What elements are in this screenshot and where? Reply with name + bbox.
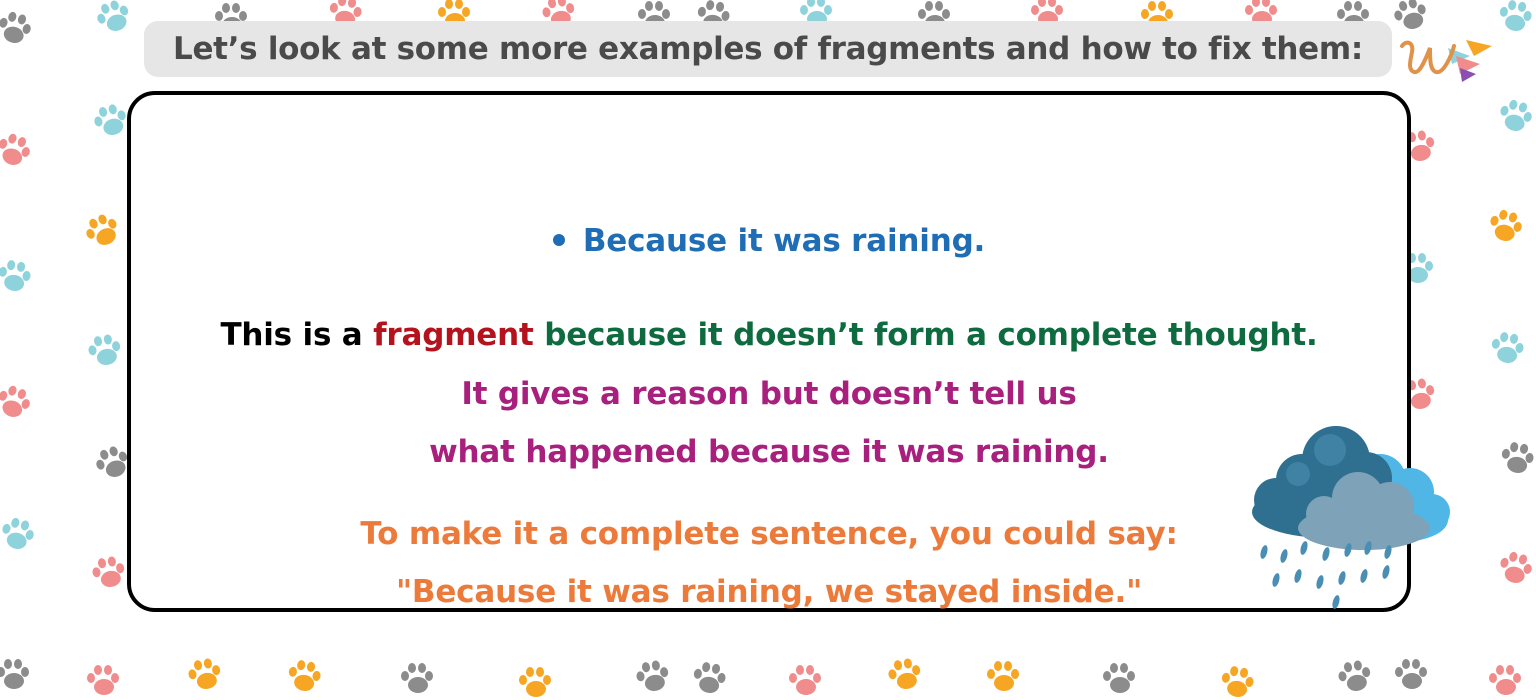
paw-print-icon <box>636 660 669 691</box>
bullet-dot-icon <box>552 233 565 246</box>
paw-print-icon <box>0 11 31 43</box>
paw-print-icon <box>401 663 433 693</box>
paw-print-icon <box>987 661 1019 691</box>
paw-print-icon <box>519 667 551 697</box>
rain-drop-icon <box>1272 573 1280 587</box>
rain-drop-icon <box>1360 569 1368 583</box>
paw-print-icon <box>888 658 921 689</box>
fix-example: "Because it was raining, we stayed insid… <box>395 574 1143 610</box>
paw-print-icon <box>0 385 30 417</box>
paw-print-icon <box>0 659 29 689</box>
paw-print-icon <box>94 104 126 135</box>
paw-print-icon <box>1489 665 1521 695</box>
paw-print-icon <box>1395 659 1427 689</box>
rain-drop-icon <box>1280 549 1288 563</box>
paw-print-icon <box>1103 663 1135 693</box>
example-fragment-text: Because it was raining. <box>582 223 986 259</box>
paw-print-icon <box>0 260 31 291</box>
rain-drop-icon <box>1300 541 1308 555</box>
explanation-part3: because it doesn’t form a complete thoug… <box>533 317 1318 353</box>
reason-line-2: what happened because it was raining. <box>429 434 1109 470</box>
rain-drop-icon <box>1316 575 1324 589</box>
paw-print-icon <box>0 133 30 165</box>
rain-drop-icon <box>1332 595 1340 609</box>
wordsworth-logo-icon <box>1400 40 1492 82</box>
paw-print-icon <box>92 556 125 587</box>
rain-drop-icon <box>1322 547 1330 561</box>
explanation-keyword: fragment <box>373 317 534 353</box>
rain-cloud-icon <box>1252 426 1450 609</box>
explanation-part1: This is a <box>220 317 374 353</box>
reason-line-1: It gives a reason but doesn’t tell us <box>461 376 1077 412</box>
paw-print-icon <box>188 658 221 689</box>
paw-print-icon <box>87 665 119 695</box>
paw-print-icon <box>1490 209 1522 241</box>
example-bullet: Because it was raining. <box>131 223 1407 259</box>
rain-drop-icon <box>1260 545 1268 559</box>
content-card: Because it was raining. This is a fragme… <box>127 91 1411 612</box>
paw-print-icon <box>693 662 726 693</box>
title-banner: Let’s look at some more examples of frag… <box>144 21 1392 77</box>
paw-print-icon <box>789 665 821 695</box>
paw-print-icon <box>1500 551 1532 583</box>
rain-drop-icon <box>1382 565 1390 579</box>
paw-print-icon <box>86 214 117 245</box>
rain-drop-icon <box>1294 569 1302 583</box>
paw-print-icon <box>97 0 129 31</box>
paw-print-icon <box>88 334 121 365</box>
paw-print-icon <box>1500 99 1532 131</box>
paw-print-icon <box>1394 0 1426 29</box>
explanation-line: This is a fragment because it doesn’t fo… <box>131 317 1407 353</box>
page-title: Let’s look at some more examples of frag… <box>173 31 1363 67</box>
paw-print-icon <box>1491 332 1524 363</box>
paw-print-icon <box>2 517 34 549</box>
paw-print-icon <box>1338 660 1371 691</box>
paw-print-icon <box>1499 0 1532 31</box>
fix-instruction: To make it a complete sentence, you coul… <box>360 516 1178 552</box>
rain-drop-icon <box>1338 571 1346 585</box>
paw-print-icon <box>288 660 321 691</box>
paw-print-icon <box>1221 666 1254 697</box>
paw-print-icon <box>1501 442 1534 473</box>
